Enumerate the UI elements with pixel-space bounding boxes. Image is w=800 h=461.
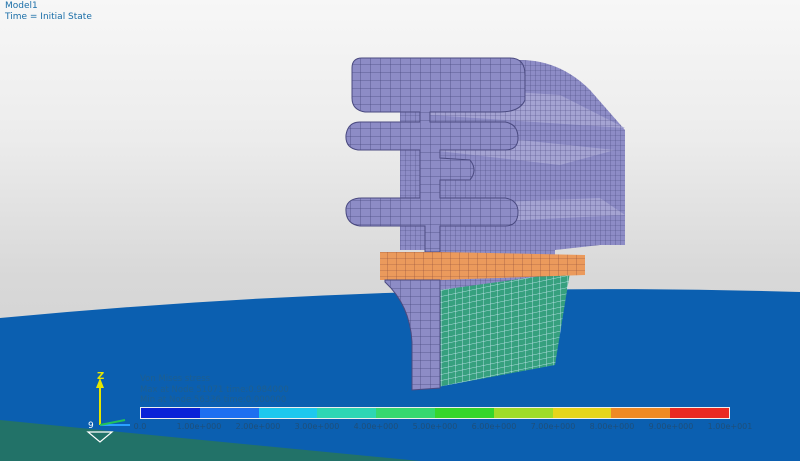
colorbar-tick-label: 3.00e+000 [294,422,340,431]
legend-max-line: Max at Node 51071 time:0.984000 [140,385,289,395]
axis-z-label: Z [97,371,105,382]
colorbar-tick-label: 4.00e+000 [353,422,399,431]
colorbar-tick-label: 0.0 [133,422,147,431]
colorbar-tick-label: 9.00e+000 [648,422,694,431]
colorbar-segment [493,408,553,418]
model-viewport[interactable]: 9 Model1 Time = Initial State Z Von Mise… [0,0,800,461]
colorbar-segment [376,408,435,418]
colorbar-segment [552,408,612,418]
colorbar-segment [199,408,259,418]
colorbar-segment [434,408,494,418]
colorbar-segment [611,408,671,418]
colorbar-tick-label: 8.00e+000 [589,422,635,431]
colorbar-segment [317,408,377,418]
colorbar-tick-label: 1.00e+001 [707,422,753,431]
legend-min-line: Min at Node 56336 time:0.000000 [140,395,287,405]
time-state-label: Time = Initial State [5,12,92,22]
colorbar-tick-label: 7.00e+000 [530,422,576,431]
colorbar-tick-label: 6.00e+000 [471,422,517,431]
colorbar-tick-label: 1.00e+000 [176,422,222,431]
model-name: Model1 [5,1,38,11]
legend-title: Von Mises stress [140,374,211,384]
fea-mesh-scene: 9 [0,57,800,461]
orange-contact-band [380,252,585,280]
colorbar-segment [141,408,200,418]
colorbar-segment [670,408,729,418]
colorbar-tick-label: 2.00e+000 [235,422,281,431]
colorbar-tick-label: 5.00e+000 [412,422,458,431]
colorbar-segment [258,408,318,418]
stress-colorbar [140,407,730,419]
svg-text:9: 9 [88,421,94,431]
